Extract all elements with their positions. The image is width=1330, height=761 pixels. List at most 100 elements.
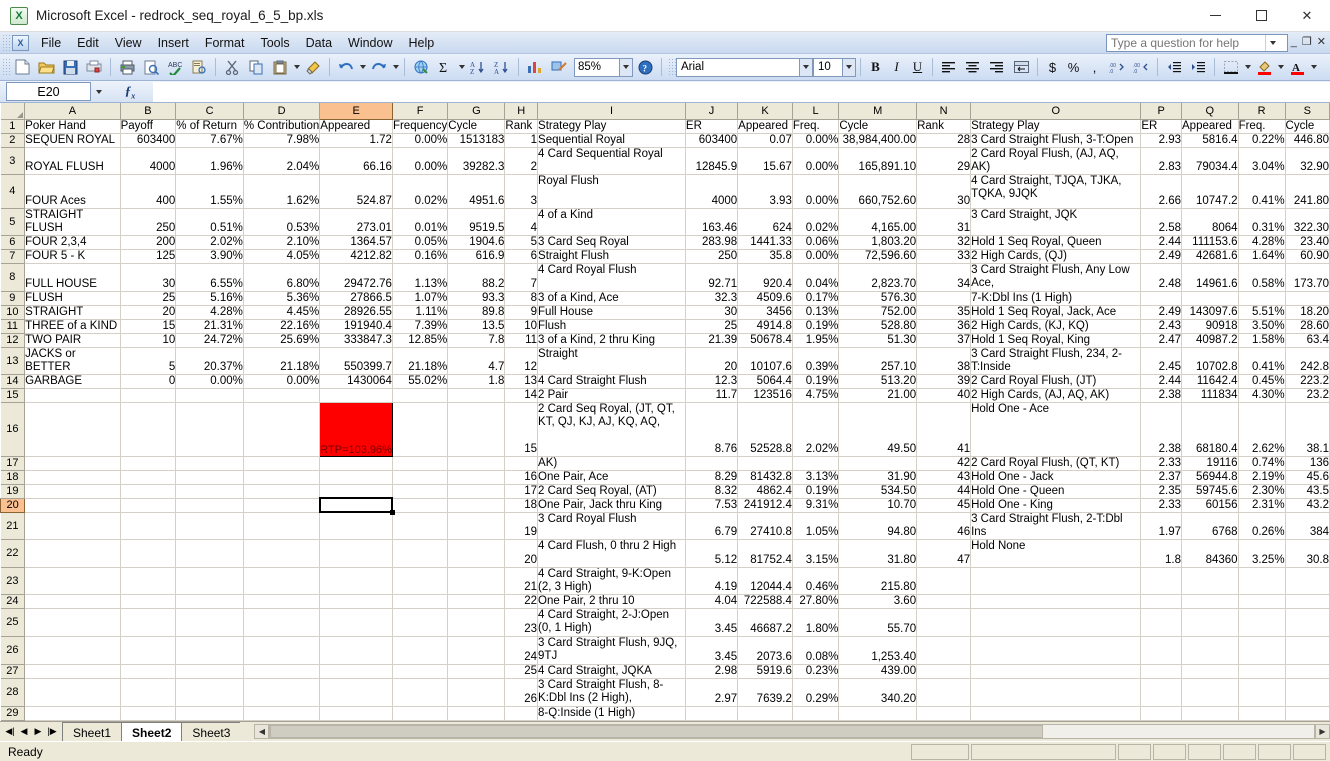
cell-L14[interactable]: 0.19% <box>792 374 840 389</box>
cell-K19[interactable]: 4862.4 <box>737 484 793 499</box>
cell-A3[interactable]: ROYAL FLUSH <box>24 147 121 175</box>
cell-D15[interactable] <box>243 388 321 403</box>
cell-L29[interactable] <box>792 706 840 721</box>
cell-L4[interactable]: 0.00% <box>792 174 840 209</box>
cell-L21[interactable]: 1.05% <box>792 512 840 540</box>
cell-F18[interactable] <box>392 470 449 485</box>
grid-row-28[interactable]: 28 26 3 Card Straight Flush, 8-K:Dbl Ins (… <box>0 678 1330 707</box>
cell-L22[interactable]: 3.15% <box>792 539 840 568</box>
cell-N29[interactable] <box>916 706 972 721</box>
cell-M26[interactable]: 1,253.40 <box>838 636 918 665</box>
grid-row-23[interactable]: 23 21 4 Card Straight, 9-K:Open (2, 3 High… <box>0 567 1330 595</box>
cell-B3[interactable]: 4000 <box>120 147 177 175</box>
grid-row-21[interactable]: 21 19 3 Card Royal Flush 6.79 27410.8 1.05% 94… <box>0 512 1330 540</box>
cell-B15[interactable] <box>120 388 177 403</box>
cell-L23[interactable]: 0.46% <box>792 567 840 595</box>
cell-C19[interactable] <box>175 484 244 499</box>
column-header-Q[interactable]: Q <box>1181 103 1239 120</box>
cell-header-B1[interactable]: Payoff <box>120 119 177 134</box>
cell-G8[interactable]: 88.2 <box>447 263 506 292</box>
font-size-box[interactable]: 10 <box>813 57 843 77</box>
cell-S14[interactable]: 223.2 <box>1285 374 1330 389</box>
cell-S29[interactable] <box>1285 706 1330 721</box>
sheet-tab-sheet1[interactable]: Sheet1 <box>62 722 122 741</box>
cell-L16[interactable]: 2.02% <box>792 402 840 457</box>
cell-header-F1[interactable]: Frequency <box>392 119 449 134</box>
cell-L3[interactable]: 0.00% <box>792 147 840 175</box>
cell-J16[interactable]: 8.76 <box>685 402 739 457</box>
cell-B23[interactable] <box>120 567 177 595</box>
cell-N18[interactable]: 43 <box>916 470 972 485</box>
cell-J29[interactable] <box>685 706 739 721</box>
cell-N21[interactable]: 46 <box>916 512 972 540</box>
cell-J23[interactable]: 4.19 <box>685 567 739 595</box>
cell-F4[interactable]: 0.02% <box>392 174 449 209</box>
cell-O12[interactable]: Hold 1 Seq Royal, King <box>970 333 1142 348</box>
cell-O11[interactable]: 2 High Cards, (KJ, KQ) <box>970 319 1142 334</box>
grid-row-14[interactable]: 14 GARBAGE 0 0.00% 0.00% 1430064 55.02% 1.8 13 4 … <box>0 374 1330 389</box>
cell-O22[interactable]: Hold None <box>970 539 1142 568</box>
row-header-25[interactable]: 25 <box>0 608 26 637</box>
cell-Q10[interactable]: 143097.6 <box>1181 305 1239 320</box>
column-header-H[interactable]: H <box>504 103 539 120</box>
cell-S9[interactable] <box>1285 291 1330 306</box>
cell-E22[interactable] <box>319 539 393 568</box>
cell-A23[interactable] <box>24 567 121 595</box>
cell-C3[interactable]: 1.96% <box>175 147 244 175</box>
cell-H18[interactable]: 16 <box>504 470 539 485</box>
grid-row-19[interactable]: 19 17 2 Card Seq Royal, (AT) 8.32 4862.4 0.19… <box>0 484 1330 499</box>
cell-C22[interactable] <box>175 539 244 568</box>
cell-K27[interactable]: 5919.6 <box>737 664 793 679</box>
cell-H20[interactable]: 18 <box>504 498 539 513</box>
cell-D8[interactable]: 6.80% <box>243 263 321 292</box>
cell-P23[interactable] <box>1140 567 1183 595</box>
cell-P10[interactable]: 2.49 <box>1140 305 1183 320</box>
cell-A14[interactable]: GARBAGE <box>24 374 121 389</box>
cell-F3[interactable]: 0.00% <box>392 147 449 175</box>
help-question-input[interactable] <box>1107 35 1265 51</box>
grid-row-22[interactable]: 22 20 4 Card Flush, 0 thru 2 High 5.12 81752… <box>0 539 1330 568</box>
row-header-2[interactable]: 2 <box>0 133 26 148</box>
standard-toolbar-grip[interactable] <box>2 58 10 76</box>
cell-P4[interactable]: 2.66 <box>1140 174 1183 209</box>
paste-options-chevron-down-icon[interactable] <box>292 57 301 78</box>
cell-C15[interactable] <box>175 388 244 403</box>
grid-row-5[interactable]: 5 STRAIGHT FLUSH 250 0.51% 0.53% 273.01 0.01% 9… <box>0 208 1330 236</box>
sort-ascending-icon[interactable]: AZ <box>467 57 489 78</box>
italic-button[interactable]: I <box>886 57 907 78</box>
permission-icon[interactable] <box>83 57 105 78</box>
cell-H6[interactable]: 5 <box>504 235 539 250</box>
cell-P14[interactable]: 2.44 <box>1140 374 1183 389</box>
cell-N5[interactable]: 31 <box>916 208 972 236</box>
cell-A30[interactable] <box>24 720 121 721</box>
cell-M15[interactable]: 21.00 <box>838 388 918 403</box>
cell-R19[interactable]: 2.30% <box>1238 484 1286 499</box>
cell-E19[interactable] <box>319 484 393 499</box>
cell-G22[interactable] <box>447 539 506 568</box>
cell-L13[interactable]: 0.39% <box>792 347 840 375</box>
cell-K9[interactable]: 4509.6 <box>737 291 793 306</box>
cell-Q26[interactable] <box>1181 636 1239 665</box>
cell-E8[interactable]: 29472.76 <box>319 263 393 292</box>
cell-H16[interactable]: 15 <box>504 402 539 457</box>
cell-D21[interactable] <box>243 512 321 540</box>
cell-B20[interactable] <box>120 498 177 513</box>
cell-M11[interactable]: 528.80 <box>838 319 918 334</box>
redo-icon[interactable] <box>368 57 390 78</box>
menu-insert[interactable]: Insert <box>150 33 197 53</box>
column-header-M[interactable]: M <box>838 103 918 120</box>
cell-D27[interactable] <box>243 664 321 679</box>
cell-R26[interactable] <box>1238 636 1286 665</box>
cell-H15[interactable]: 14 <box>504 388 539 403</box>
cell-R14[interactable]: 0.45% <box>1238 374 1286 389</box>
cell-G30[interactable] <box>447 720 506 721</box>
cell-I8[interactable]: 4 Card Royal Flush <box>537 263 686 292</box>
cell-L6[interactable]: 0.06% <box>792 235 840 250</box>
cell-G29[interactable] <box>447 706 506 721</box>
cell-E14[interactable]: 1430064 <box>319 374 393 389</box>
cell-A17[interactable] <box>24 456 121 471</box>
cell-G2[interactable]: 1513183 <box>447 133 506 148</box>
cell-P21[interactable]: 1.97 <box>1140 512 1183 540</box>
row-header-29[interactable]: 29 <box>0 706 26 721</box>
cell-B21[interactable] <box>120 512 177 540</box>
